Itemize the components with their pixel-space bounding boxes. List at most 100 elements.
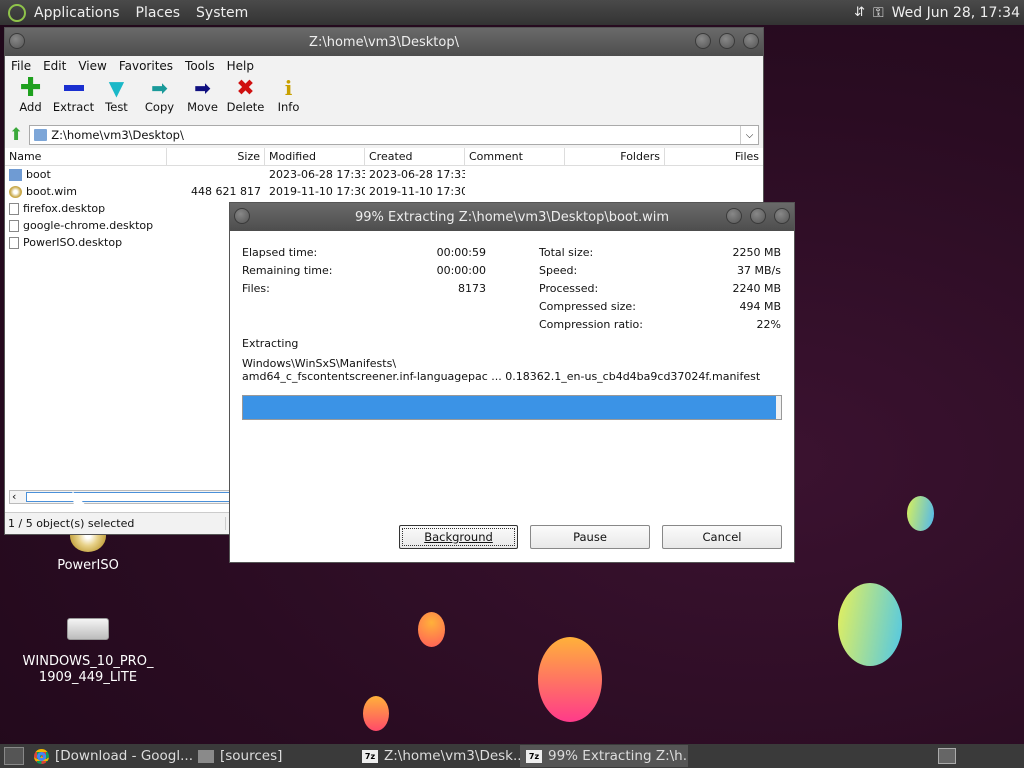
col-name[interactable]: Name xyxy=(5,148,167,165)
decor-blob xyxy=(838,583,902,666)
address-input[interactable]: Z:\home\vm3\Desktop\ xyxy=(51,128,184,142)
show-desktop-icon[interactable] xyxy=(4,747,24,765)
menu-system[interactable]: System xyxy=(188,5,256,21)
extract-button[interactable]: Extract xyxy=(52,76,95,114)
col-comment[interactable]: Comment xyxy=(465,148,565,165)
top-panel: Applications Places System ⇵ ⚿ Wed Jun 2… xyxy=(0,0,1024,25)
menu-tools[interactable]: Tools xyxy=(179,59,221,73)
up-folder-icon[interactable]: ⬆ xyxy=(9,125,23,145)
taskbar-item-sources[interactable]: [sources] xyxy=(192,745,356,767)
distro-logo-icon[interactable] xyxy=(8,3,26,22)
menu-help[interactable]: Help xyxy=(221,59,260,73)
workspace-switcher[interactable] xyxy=(938,748,956,764)
add-button[interactable]: ✚ Add xyxy=(9,73,52,114)
background-button[interactable]: Background xyxy=(399,525,518,549)
compressed-size-value: 494 MB xyxy=(739,300,781,313)
col-created[interactable]: Created xyxy=(365,148,465,165)
table-row[interactable]: boot 2023-06-28 17:33 2023-06-28 17:33 xyxy=(5,166,763,183)
total-size-label: Total size: xyxy=(539,246,594,259)
pause-button[interactable]: Pause xyxy=(530,525,650,549)
col-modified[interactable]: Modified xyxy=(265,148,365,165)
files-value: 8173 xyxy=(458,282,486,295)
decor-blob xyxy=(418,612,445,647)
dialog-title: 99% Extracting Z:\home\vm3\Desktop\boot.… xyxy=(354,209,670,225)
check-icon: ▼ xyxy=(108,76,125,100)
network-icon[interactable]: ⇵ xyxy=(854,5,865,20)
taskbar-item-extract-dialog[interactable]: 7z 99% Extracting Z:\h... xyxy=(520,745,688,767)
dialog-titlebar[interactable]: 99% Extracting Z:\home\vm3\Desktop\boot.… xyxy=(230,203,794,231)
scrollbar-thumb[interactable] xyxy=(26,492,232,502)
window-menu-button[interactable] xyxy=(234,208,250,224)
speed-label: Speed: xyxy=(539,264,578,277)
maximize-button[interactable] xyxy=(750,208,766,224)
compression-ratio-label: Compression ratio: xyxy=(539,318,643,331)
desktop-icon-drive[interactable]: WINDOWS_10_PRO_ 1909_449_LITE xyxy=(18,618,158,686)
taskbar: [Download - Googl... [sources] 7z Z:\hom… xyxy=(0,744,1024,768)
menu-view[interactable]: View xyxy=(72,59,112,73)
files-label: Files: xyxy=(242,282,270,295)
table-row[interactable]: boot.wim 448 621 817 2019-11-10 17:30 20… xyxy=(5,183,763,200)
clock[interactable]: Wed Jun 28, 17:34 xyxy=(892,5,1020,21)
speed-value: 37 MB/s xyxy=(737,264,781,277)
copy-button[interactable]: ➡ Copy xyxy=(138,76,181,114)
toolbar: ✚ Add Extract ▼ Test ➡ Copy ➡ Move ✖ Delete i… xyxy=(5,73,763,122)
file-manager-titlebar[interactable]: Z:\home\vm3\Desktop\ xyxy=(5,28,763,56)
folder-icon xyxy=(198,749,214,763)
desktop-icon-label: PowerISO xyxy=(57,558,119,573)
extract-progress-dialog: 99% Extracting Z:\home\vm3\Desktop\boot.… xyxy=(229,202,795,563)
file-icon xyxy=(9,237,19,249)
chrome-icon xyxy=(34,748,49,764)
keyring-icon[interactable]: ⚿ xyxy=(873,5,884,21)
window-title: Z:\home\vm3\Desktop\ xyxy=(309,34,459,50)
chevron-left-icon[interactable]: ‹ xyxy=(12,490,16,503)
address-combo[interactable]: Z:\home\vm3\Desktop\ ⌵ xyxy=(29,125,759,145)
column-headers: Name Size Modified Created Comment Folde… xyxy=(5,148,763,166)
taskbar-item-chrome[interactable]: [Download - Googl... xyxy=(28,745,192,767)
close-button[interactable] xyxy=(774,208,790,224)
move-button[interactable]: ➡ Move xyxy=(181,76,224,114)
file-icon xyxy=(9,220,19,232)
chevron-down-icon[interactable]: ⌵ xyxy=(740,126,758,144)
menu-applications[interactable]: Applications xyxy=(26,5,128,21)
total-size-value: 2250 MB xyxy=(732,246,781,259)
decor-blob xyxy=(363,696,389,731)
progress-bar xyxy=(242,395,782,420)
menubar: File Edit View Favorites Tools Help xyxy=(5,56,763,76)
window-menu-button[interactable] xyxy=(9,33,25,49)
test-button[interactable]: ▼ Test xyxy=(95,76,138,114)
current-path-line1: Windows\WinSxS\Manifests\ xyxy=(242,357,397,370)
status-text: 1 / 5 object(s) selected xyxy=(8,517,226,530)
info-button[interactable]: i Info xyxy=(267,76,310,114)
cancel-button[interactable]: Cancel xyxy=(662,525,782,549)
col-folders[interactable]: Folders xyxy=(565,148,665,165)
close-button[interactable] xyxy=(743,33,759,49)
x-icon: ✖ xyxy=(236,75,255,101)
menu-favorites[interactable]: Favorites xyxy=(113,59,179,73)
menu-places[interactable]: Places xyxy=(128,5,189,21)
minimize-button[interactable] xyxy=(695,33,711,49)
horizontal-scrollbar[interactable]: ‹ xyxy=(9,490,232,504)
folder-icon xyxy=(34,129,48,141)
col-files[interactable]: Files xyxy=(665,148,763,165)
7zip-icon: 7z xyxy=(526,749,542,763)
progress-fill xyxy=(243,396,776,419)
compressed-size-label: Compressed size: xyxy=(539,300,636,313)
menu-file[interactable]: File xyxy=(5,59,37,73)
compression-ratio-value: 22% xyxy=(756,318,781,331)
decor-blob xyxy=(907,496,934,531)
delete-button[interactable]: ✖ Delete xyxy=(224,75,267,115)
col-size[interactable]: Size xyxy=(167,148,265,165)
menu-edit[interactable]: Edit xyxy=(37,59,72,73)
remaining-value: 00:00:00 xyxy=(436,264,486,277)
elapsed-label: Elapsed time: xyxy=(242,246,318,259)
elapsed-value: 00:00:59 xyxy=(436,246,486,259)
maximize-button[interactable] xyxy=(719,33,735,49)
drive-icon xyxy=(67,618,109,640)
taskbar-item-file-manager[interactable]: 7z Z:\home\vm3\Desk... xyxy=(356,745,520,767)
copy-arrow-icon: ➡ xyxy=(151,76,168,100)
file-icon xyxy=(9,203,19,215)
processed-value: 2240 MB xyxy=(732,282,781,295)
address-bar: ⬆ Z:\home\vm3\Desktop\ ⌵ xyxy=(5,122,763,148)
info-icon: i xyxy=(284,76,293,100)
minimize-button[interactable] xyxy=(726,208,742,224)
